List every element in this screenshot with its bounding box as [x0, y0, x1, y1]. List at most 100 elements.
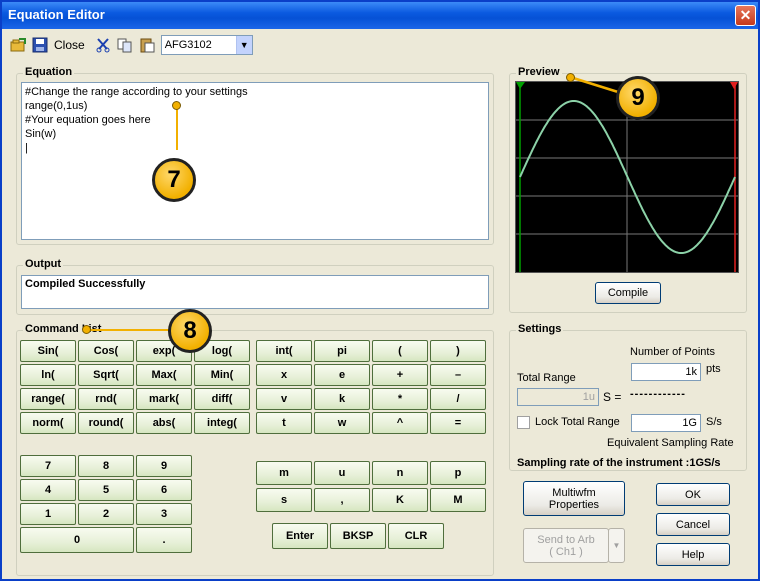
unit-button[interactable]: M — [430, 488, 486, 512]
cmd-button[interactable]: ) — [430, 340, 486, 362]
callout-9: 9 — [616, 76, 660, 120]
unit-button[interactable]: n — [372, 461, 428, 485]
send-to-arb-dropdown[interactable]: ▼ — [608, 528, 625, 563]
chevron-down-icon: ▼ — [612, 540, 621, 550]
cmd-button[interactable]: rnd( — [78, 388, 134, 410]
numpad-button[interactable]: 8 — [78, 455, 134, 477]
send-to-arb-button[interactable]: Send to Arb ( Ch1 ) — [523, 528, 609, 563]
numpad-button[interactable]: 4 — [20, 479, 76, 501]
settings-legend: Settings — [516, 323, 564, 335]
clear-button[interactable]: CLR — [388, 523, 444, 549]
dashes-separator: ------------ — [630, 388, 686, 400]
cmd-button[interactable]: int( — [256, 340, 312, 362]
left-marker-icon — [516, 82, 525, 89]
toolbar: Close AFG3102 ▼ — [10, 33, 750, 57]
unit-button[interactable]: s — [256, 488, 312, 512]
model-value: AFG3102 — [164, 39, 212, 51]
cmd-button[interactable]: v — [256, 388, 312, 410]
cmd-button[interactable]: ln( — [20, 364, 76, 386]
cmd-button[interactable]: ^ — [372, 412, 428, 434]
settings-group: Settings Number of Points 1k pts Total R… — [509, 323, 747, 471]
cmd-button[interactable]: ( — [372, 340, 428, 362]
cmd-button[interactable]: Sqrt( — [78, 364, 134, 386]
cmd-button[interactable]: * — [372, 388, 428, 410]
total-range-input[interactable]: 1u — [517, 388, 599, 406]
numpad-button[interactable]: 6 — [136, 479, 192, 501]
unit-button[interactable]: u — [314, 461, 370, 485]
cmd-button[interactable]: Min( — [194, 364, 250, 386]
output-legend: Output — [23, 258, 64, 270]
cmd-button[interactable]: k — [314, 388, 370, 410]
numpad-button[interactable]: 2 — [78, 503, 134, 525]
equation-legend: Equation — [23, 66, 75, 78]
numpad-button[interactable]: 9 — [136, 455, 192, 477]
callout-8-dot — [82, 325, 91, 334]
cmd-button[interactable]: abs( — [136, 412, 192, 434]
cmd-button[interactable]: / — [430, 388, 486, 410]
copy-icon[interactable] — [117, 37, 133, 53]
equivalent-sampling-rate-label: Equivalent Sampling Rate — [607, 437, 734, 449]
equation-editor-textarea[interactable]: #Change the range according to your sett… — [21, 82, 489, 240]
unit-button[interactable]: K — [372, 488, 428, 512]
multiwfm-properties-button[interactable]: Multiwfm Properties — [523, 481, 625, 516]
window-close-button[interactable]: ✕ — [735, 5, 756, 26]
cut-icon[interactable] — [95, 37, 111, 53]
open-icon[interactable] — [10, 37, 26, 53]
cmd-button[interactable]: round( — [78, 412, 134, 434]
enter-button[interactable]: Enter — [272, 523, 328, 549]
output-textbox: Compiled Successfully — [21, 275, 489, 309]
number-of-points-input[interactable]: 1k — [631, 363, 701, 381]
window-title: Equation Editor — [8, 7, 105, 22]
callout-8: 8 — [168, 309, 212, 353]
equation-group: Equation #Change the range according to … — [16, 66, 494, 245]
cmd-button[interactable]: Sin( — [20, 340, 76, 362]
cmd-button[interactable]: – — [430, 364, 486, 386]
right-marker-icon — [730, 82, 738, 89]
numpad-button[interactable]: . — [136, 527, 192, 553]
sampling-rate-input[interactable]: 1G — [631, 414, 701, 432]
lock-total-range-checkbox[interactable] — [517, 416, 530, 429]
compile-button[interactable]: Compile — [595, 282, 661, 304]
numpad-button[interactable]: 1 — [20, 503, 76, 525]
callout-7-dot — [172, 101, 181, 110]
cmd-button[interactable]: Cos( — [78, 340, 134, 362]
unit-button[interactable]: m — [256, 461, 312, 485]
cmd-button[interactable]: integ( — [194, 412, 250, 434]
callout-8-line — [86, 329, 172, 331]
s-equals-label: S = — [603, 390, 622, 404]
cmd-button[interactable]: mark( — [136, 388, 192, 410]
total-range-label: Total Range — [517, 372, 576, 384]
cmd-button[interactable]: x — [256, 364, 312, 386]
help-button[interactable]: Help — [656, 543, 730, 566]
cmd-button[interactable]: pi — [314, 340, 370, 362]
unit-button[interactable]: , — [314, 488, 370, 512]
paste-icon[interactable] — [139, 37, 155, 53]
cmd-button[interactable]: Max( — [136, 364, 192, 386]
numpad-button[interactable]: 3 — [136, 503, 192, 525]
cmd-button[interactable]: w — [314, 412, 370, 434]
number-of-points-label: Number of Points — [630, 346, 715, 358]
equation-editor-window: Equation Editor ✕ Close AFG3102 ▼ Equati… — [0, 0, 760, 581]
backspace-button[interactable]: BKSP — [330, 523, 386, 549]
cmd-button[interactable]: diff( — [194, 388, 250, 410]
cmd-button[interactable]: + — [372, 364, 428, 386]
instrument-model-dropdown[interactable]: AFG3102 ▼ — [160, 35, 253, 55]
save-icon[interactable] — [32, 37, 48, 53]
instrument-rate-label: Sampling rate of the instrument :1GS/s — [517, 457, 721, 469]
cmd-button[interactable]: range( — [20, 388, 76, 410]
rate-unit-label: S/s — [706, 416, 722, 428]
callout-7-line — [176, 106, 178, 150]
cmd-button[interactable]: norm( — [20, 412, 76, 434]
command-list-group: Command List Sin(Cos(exp(log(int(pi() ln(… — [16, 323, 494, 576]
title-bar: Equation Editor ✕ — [2, 2, 758, 29]
numpad-button[interactable]: 5 — [78, 479, 134, 501]
numpad-button[interactable]: 0 — [20, 527, 134, 553]
cmd-button[interactable]: e — [314, 364, 370, 386]
close-toolbar-button[interactable]: Close — [54, 38, 85, 52]
unit-button[interactable]: p — [430, 461, 486, 485]
cmd-button[interactable]: t — [256, 412, 312, 434]
cmd-button[interactable]: = — [430, 412, 486, 434]
cancel-button[interactable]: Cancel — [656, 513, 730, 536]
ok-button[interactable]: OK — [656, 483, 730, 506]
numpad-button[interactable]: 7 — [20, 455, 76, 477]
